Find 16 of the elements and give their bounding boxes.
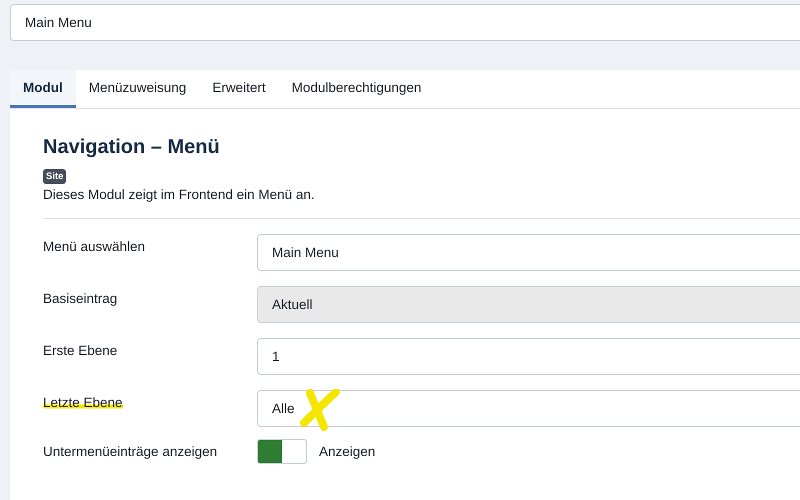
module-heading: Navigation – Menü bbox=[43, 136, 221, 159]
tab[interactable]: Modulberechtigungen bbox=[278, 70, 434, 108]
site-badge: Site bbox=[43, 169, 66, 184]
tab[interactable]: Erweitert bbox=[199, 70, 279, 108]
select-field[interactable]: Main Menu bbox=[257, 234, 800, 271]
tab[interactable]: Menüzuweisung bbox=[76, 70, 200, 108]
field-label: Untermenüeinträge anzeigen bbox=[43, 444, 218, 459]
title-field[interactable]: Main Menu bbox=[10, 4, 800, 41]
field-label: Erste Ebene bbox=[43, 343, 118, 358]
toggle-switch[interactable] bbox=[257, 439, 307, 464]
toggle-label: Anzeigen bbox=[319, 444, 376, 459]
field-label: Basiseintrag bbox=[43, 291, 118, 306]
module-description: Dieses Modul zeigt im Frontend ein Menü an. bbox=[43, 187, 316, 202]
tab[interactable]: Modul bbox=[10, 70, 76, 108]
select-field[interactable]: 1 bbox=[257, 338, 800, 375]
field-label: Menü auswählen bbox=[43, 239, 146, 254]
